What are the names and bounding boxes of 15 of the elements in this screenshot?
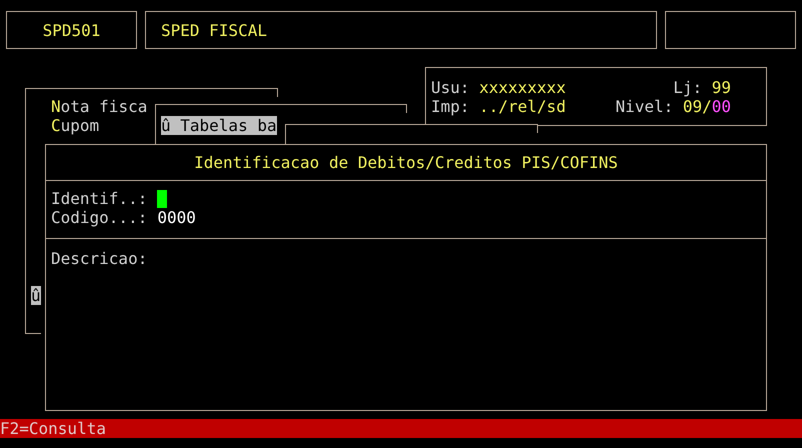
status-hint: F2=Consulta [0, 419, 106, 438]
level-field: Nivel: 09/00 [615, 97, 731, 116]
menu-item[interactable]: û Tabelas ba [161, 116, 277, 135]
input-field[interactable]: 0000 [157, 208, 196, 227]
dialog-title: Identificacao de Debitos/Creditos PIS/COFINS [194, 153, 618, 172]
field-label: Identif..: [51, 189, 148, 208]
field-label: Descricao: [51, 249, 148, 268]
printer-field: Imp: ../rel/sd [431, 97, 566, 116]
program-title: SPED FISCAL [161, 20, 267, 40]
program-code: SPD501 [42, 20, 100, 40]
field-label: Codigo...: [51, 208, 148, 227]
scroll-marker[interactable]: û [31, 286, 41, 305]
input-field[interactable] [157, 190, 168, 208]
user-field: Usu: xxxxxxxxx [431, 78, 566, 97]
store-field: Lj: 99 [673, 78, 731, 97]
